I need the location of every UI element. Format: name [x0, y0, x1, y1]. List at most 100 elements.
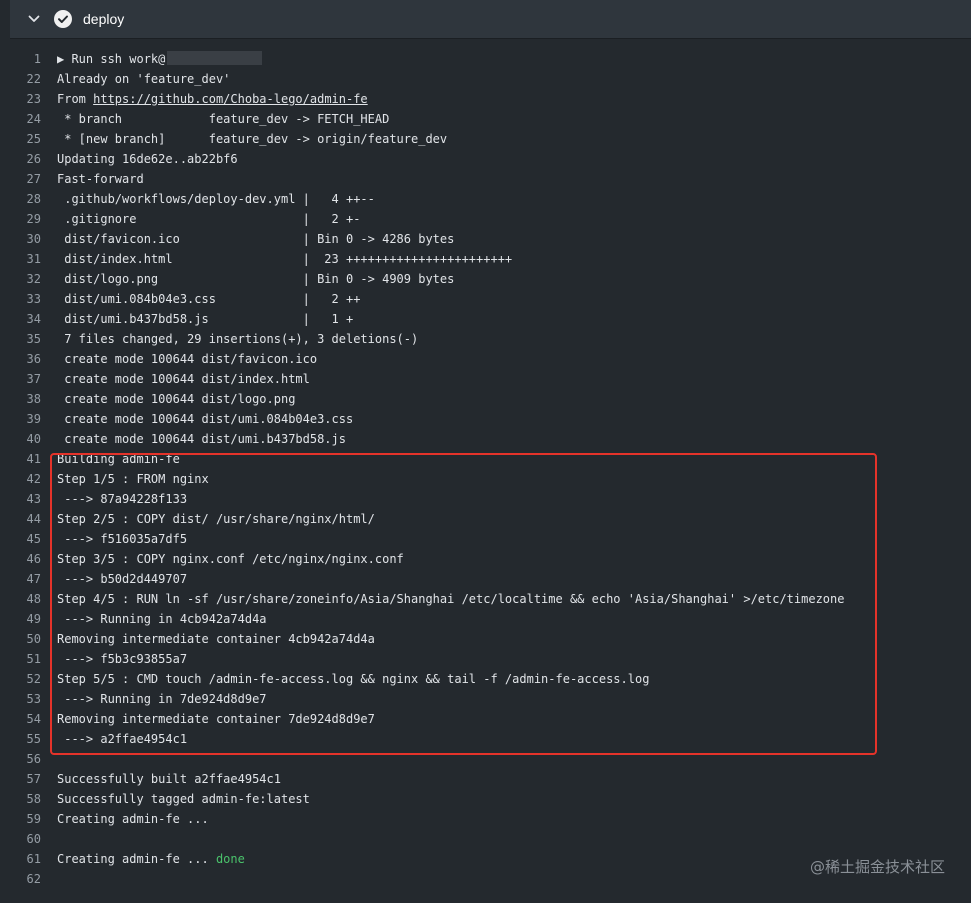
line-number[interactable]: 25 [10, 129, 57, 149]
log-text-content: Fast-forward [57, 172, 144, 186]
log-text: .gitignore | 2 +- [57, 209, 971, 229]
line-number[interactable]: 39 [10, 409, 57, 429]
line-number[interactable]: 38 [10, 389, 57, 409]
line-number[interactable]: 1 [10, 49, 57, 69]
line-number[interactable]: 35 [10, 329, 57, 349]
log-text-content: * [new branch] feature_dev -> origin/fea… [57, 132, 448, 146]
log-text: dist/logo.png | Bin 0 -> 4909 bytes [57, 269, 971, 289]
log-text-content: create mode 100644 dist/favicon.ico [57, 352, 318, 366]
chevron-down-icon[interactable] [26, 11, 42, 27]
repo-link[interactable]: https://github.com/Choba-lego/admin-fe [93, 92, 368, 106]
highlight-box [50, 453, 877, 755]
log-text-content: Successfully tagged admin-fe:latest [57, 792, 310, 806]
line-number[interactable]: 24 [10, 109, 57, 129]
log-text: From https://github.com/Choba-lego/admin… [57, 89, 971, 109]
line-number[interactable]: 58 [10, 789, 57, 809]
line-number[interactable]: 60 [10, 829, 57, 849]
line-number[interactable]: 62 [10, 869, 57, 889]
line-number[interactable]: 34 [10, 309, 57, 329]
log-line: 29 .gitignore | 2 +- [10, 209, 971, 229]
log-line: 58 Successfully tagged admin-fe:latest [10, 789, 971, 809]
log-text-content: Creating admin-fe ... [57, 852, 216, 866]
step-title: deploy [83, 11, 125, 27]
log-line: 1 ▶ Run ssh work@ [10, 49, 971, 69]
log-text-content: create mode 100644 dist/umi.b437bd58.js [57, 432, 346, 446]
log-line: 34 dist/umi.b437bd58.js | 1 + [10, 309, 971, 329]
log-text-content: dist/umi.084b04e3.css | 2 ++ [57, 292, 361, 306]
log-text: * [new branch] feature_dev -> origin/fea… [57, 129, 971, 149]
log-line: 27 Fast-forward [10, 169, 971, 189]
log-text: * branch feature_dev -> FETCH_HEAD [57, 109, 971, 129]
line-number[interactable]: 30 [10, 229, 57, 249]
line-number[interactable]: 22 [10, 69, 57, 89]
log-text-content: .gitignore | 2 +- [57, 212, 361, 226]
log-line: 39 create mode 100644 dist/umi.084b04e3.… [10, 409, 971, 429]
log-line: 38 create mode 100644 dist/logo.png [10, 389, 971, 409]
log-line: 23 From https://github.com/Choba-lego/adm… [10, 89, 971, 109]
log-text: .github/workflows/deploy-dev.yml | 4 ++-… [57, 189, 971, 209]
log-text-content: create mode 100644 dist/umi.084b04e3.css [57, 412, 354, 426]
check-circle-icon [54, 10, 72, 28]
line-number[interactable]: 28 [10, 189, 57, 209]
log-line: 37 create mode 100644 dist/index.html [10, 369, 971, 389]
line-number[interactable]: 31 [10, 249, 57, 269]
log-text-content: Already on 'feature_dev' [57, 72, 231, 86]
log-text-content: Successfully built a2ffae4954c1 [57, 772, 281, 786]
log-line: 30 dist/favicon.ico | Bin 0 -> 4286 byte… [10, 229, 971, 249]
log-text: 7 files changed, 29 insertions(+), 3 del… [57, 329, 971, 349]
log-text: create mode 100644 dist/umi.084b04e3.css [57, 409, 971, 429]
line-number[interactable]: 36 [10, 349, 57, 369]
log-line: 24 * branch feature_dev -> FETCH_HEAD [10, 109, 971, 129]
log-text-content: Updating 16de62e..ab22bf6 [57, 152, 238, 166]
line-number[interactable]: 40 [10, 429, 57, 449]
log-text-content: create mode 100644 dist/logo.png [57, 392, 296, 406]
log-text: Successfully built a2ffae4954c1 [57, 769, 971, 789]
log-text-content: 7 files changed, 29 insertions(+), 3 del… [57, 332, 419, 346]
done-status: done [215, 852, 245, 866]
log-line: 31 dist/index.html | 23 ++++++++++++++++… [10, 249, 971, 269]
watermark: @稀土掘金技术社区 [809, 858, 945, 876]
log-text: Successfully tagged admin-fe:latest [57, 789, 971, 809]
log-text: dist/favicon.ico | Bin 0 -> 4286 bytes [57, 229, 971, 249]
line-number[interactable]: 26 [10, 149, 57, 169]
log-line: 40 create mode 100644 dist/umi.b437bd58.… [10, 429, 971, 449]
log-text: Updating 16de62e..ab22bf6 [57, 149, 971, 169]
line-number[interactable]: 61 [10, 849, 57, 869]
line-number[interactable]: 27 [10, 169, 57, 189]
log-line: 33 dist/umi.084b04e3.css | 2 ++ [10, 289, 971, 309]
log-text-content: dist/logo.png | Bin 0 -> 4909 bytes [57, 272, 455, 286]
log-text: create mode 100644 dist/logo.png [57, 389, 971, 409]
log-line: 60 [10, 829, 971, 849]
log-text-content: dist/favicon.ico | Bin 0 -> 4286 bytes [57, 232, 455, 246]
log-text: dist/umi.b437bd58.js | 1 + [57, 309, 971, 329]
log-text-content: * branch feature_dev -> FETCH_HEAD [57, 112, 390, 126]
log-line: 59 Creating admin-fe ... [10, 809, 971, 829]
log-text: create mode 100644 dist/index.html [57, 369, 971, 389]
log-text: dist/umi.084b04e3.css | 2 ++ [57, 289, 971, 309]
line-number[interactable]: 29 [10, 209, 57, 229]
redacted-host [167, 51, 263, 65]
log-line: 36 create mode 100644 dist/favicon.ico [10, 349, 971, 369]
log-line: 57 Successfully built a2ffae4954c1 [10, 769, 971, 789]
log-text-content: From [57, 92, 94, 106]
line-number[interactable]: 33 [10, 289, 57, 309]
log-line: 28 .github/workflows/deploy-dev.yml | 4 … [10, 189, 971, 209]
line-number[interactable]: 32 [10, 269, 57, 289]
line-number[interactable]: 37 [10, 369, 57, 389]
line-number[interactable]: 23 [10, 89, 57, 109]
log-line: 26 Updating 16de62e..ab22bf6 [10, 149, 971, 169]
log-text: Creating admin-fe ... [57, 809, 971, 829]
log-line: 32 dist/logo.png | Bin 0 -> 4909 bytes [10, 269, 971, 289]
log-text-content: ▶ Run ssh work@ [57, 52, 166, 66]
log-text: ▶ Run ssh work@ [57, 49, 971, 69]
log-line: 22 Already on 'feature_dev' [10, 69, 971, 89]
log-text: Fast-forward [57, 169, 971, 189]
line-number[interactable]: 57 [10, 769, 57, 789]
log-text-content: Creating admin-fe ... [57, 812, 209, 826]
log-text: dist/index.html | 23 +++++++++++++++++++… [57, 249, 971, 269]
step-header[interactable]: deploy [10, 0, 971, 39]
line-number[interactable]: 59 [10, 809, 57, 829]
log-line: 25 * [new branch] feature_dev -> origin/… [10, 129, 971, 149]
log-text-content: dist/umi.b437bd58.js | 1 + [57, 312, 354, 326]
